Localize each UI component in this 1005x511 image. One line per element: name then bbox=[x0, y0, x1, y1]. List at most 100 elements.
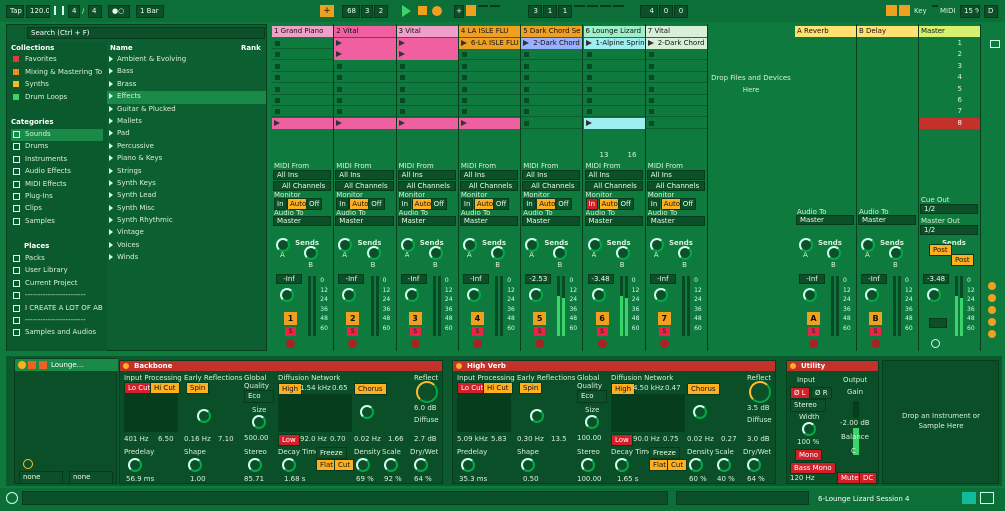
clip-slot[interactable] bbox=[458, 49, 521, 61]
lo-cut-frequency[interactable]: 401 Hz bbox=[124, 434, 149, 444]
loop-start-bar[interactable]: 3 bbox=[528, 5, 542, 18]
volume-value[interactable]: -Inf bbox=[861, 274, 887, 284]
scale-knob[interactable] bbox=[384, 458, 398, 472]
browser-folder-row[interactable]: Pad bbox=[107, 128, 266, 140]
clip-stop-icon[interactable] bbox=[461, 75, 467, 81]
clip-stop-icon[interactable] bbox=[586, 75, 592, 81]
balance-value[interactable]: C bbox=[851, 446, 856, 456]
send-b-knob[interactable] bbox=[553, 246, 568, 260]
predelay-knob[interactable] bbox=[461, 458, 475, 472]
scale-value[interactable]: 40 % bbox=[717, 474, 735, 484]
decay-time-knob[interactable] bbox=[282, 458, 296, 472]
name-column-header[interactable]: Name bbox=[110, 43, 133, 53]
highverb-power-icon[interactable] bbox=[456, 363, 462, 369]
pan-knob[interactable] bbox=[342, 288, 357, 302]
track-title[interactable]: 5 Dark Chord Se bbox=[521, 26, 583, 37]
shape-knob[interactable] bbox=[521, 458, 535, 472]
volume-value[interactable]: -Inf bbox=[276, 274, 302, 284]
clip-play-icon[interactable] bbox=[585, 40, 592, 46]
expand-arrow-icon[interactable] bbox=[109, 142, 113, 149]
clip-slot[interactable] bbox=[396, 61, 458, 72]
play-icon[interactable] bbox=[402, 5, 411, 17]
browser-folder-row[interactable]: Synth Misc bbox=[107, 203, 266, 215]
track-activator-button[interactable]: A bbox=[807, 312, 820, 325]
browser-search-input[interactable]: Search (Ctrl + F) bbox=[27, 27, 265, 39]
freeze-button[interactable]: Freeze bbox=[649, 447, 680, 459]
spin-rate[interactable]: 0.30 Hz bbox=[517, 434, 544, 444]
clip-slot[interactable] bbox=[521, 106, 583, 118]
density-value[interactable]: 69 % bbox=[356, 474, 374, 484]
track-title[interactable]: Master bbox=[919, 26, 980, 37]
audio-output-select[interactable]: Master bbox=[858, 215, 916, 225]
gain-value[interactable]: -2.00 dB bbox=[840, 418, 870, 428]
reflect-value[interactable]: 3.5 dB bbox=[747, 403, 770, 413]
high-value[interactable]: 0.65 bbox=[332, 383, 348, 393]
clip-slot[interactable] bbox=[645, 118, 708, 129]
clip-slot[interactable] bbox=[583, 72, 645, 84]
solo-button[interactable]: S bbox=[471, 327, 483, 336]
scene-launch-button[interactable]: 8 bbox=[919, 117, 980, 129]
clip-stop-icon[interactable] bbox=[399, 98, 405, 103]
clip-stop-icon[interactable] bbox=[461, 109, 467, 115]
arm-button[interactable] bbox=[809, 339, 818, 348]
pan-knob[interactable] bbox=[280, 288, 294, 302]
low-button[interactable]: Low bbox=[278, 434, 300, 446]
clip-stop-icon[interactable] bbox=[275, 63, 280, 69]
clip-slot[interactable] bbox=[458, 95, 521, 106]
clip[interactable] bbox=[396, 117, 458, 129]
clip-slot[interactable] bbox=[583, 95, 645, 106]
clip-slot[interactable] bbox=[458, 84, 521, 95]
dry-wet-knob[interactable] bbox=[414, 458, 428, 472]
position-sixteenth[interactable]: 2 bbox=[374, 5, 388, 18]
solo-button[interactable]: S bbox=[658, 327, 670, 336]
clip-slot[interactable] bbox=[396, 95, 458, 106]
track-title[interactable]: 3 Vital bbox=[396, 26, 458, 37]
io-toggle-icon[interactable] bbox=[988, 282, 996, 290]
quantize-menu[interactable]: 1 Bar bbox=[136, 5, 164, 18]
monitor-off-button[interactable]: Off bbox=[555, 198, 572, 210]
chorus-knob[interactable] bbox=[693, 405, 707, 419]
expand-arrow-icon[interactable] bbox=[109, 80, 113, 87]
clip-play-icon[interactable] bbox=[336, 51, 343, 58]
clip-slot[interactable] bbox=[396, 72, 458, 84]
track-activator-button[interactable]: 1 bbox=[284, 312, 297, 325]
expand-arrow-icon[interactable] bbox=[109, 155, 113, 162]
scale-value[interactable]: 92 % bbox=[384, 474, 402, 484]
track-title[interactable]: 2 Vital bbox=[334, 26, 396, 37]
track-activator-button[interactable]: 5 bbox=[533, 312, 547, 325]
position-bar[interactable]: 68 bbox=[342, 5, 360, 18]
browser-folder-row[interactable]: Synth Rhythmic bbox=[107, 215, 266, 227]
volume-value[interactable]: -Inf bbox=[400, 274, 427, 284]
solo-button[interactable]: S bbox=[870, 327, 881, 336]
track-activator-button[interactable]: 6 bbox=[595, 312, 609, 325]
hi-cut-value[interactable]: 5.83 bbox=[491, 434, 507, 444]
monitor-off-button[interactable]: Off bbox=[617, 198, 634, 210]
size-value[interactable]: 500.00 bbox=[244, 433, 269, 443]
volume-value[interactable]: -3.48 bbox=[923, 274, 949, 284]
predelay-knob[interactable] bbox=[128, 458, 142, 472]
density-knob[interactable] bbox=[356, 458, 370, 472]
backbone-header[interactable]: Backbone bbox=[120, 361, 442, 371]
clip-slot[interactable] bbox=[272, 84, 334, 95]
send-b-knob[interactable] bbox=[827, 246, 841, 260]
stereo-mode-select[interactable]: Stereo bbox=[790, 399, 826, 412]
cue-out-select[interactable]: 1/2 bbox=[920, 204, 978, 214]
mono-button[interactable]: Mono bbox=[795, 449, 823, 461]
clip[interactable]: 2-Dark Chord S bbox=[521, 38, 583, 49]
collection-item[interactable]: Mixing & Mastering To bbox=[11, 67, 103, 80]
collection-item[interactable]: Drum Loops bbox=[11, 92, 103, 105]
place-item[interactable]: ------------------------ bbox=[11, 315, 103, 327]
shape-knob[interactable] bbox=[188, 458, 202, 472]
low-frequency[interactable]: 92.0 Hz bbox=[300, 434, 327, 444]
clip-play-icon[interactable] bbox=[398, 119, 405, 126]
tempo-field[interactable]: 120.00 bbox=[26, 5, 50, 18]
spin-amount[interactable]: 13.5 bbox=[551, 434, 567, 444]
scene-launch-button[interactable]: 2 bbox=[919, 49, 980, 60]
sends-toggle-icon[interactable] bbox=[988, 294, 996, 302]
drop-area[interactable]: Drop Files and Devices Here bbox=[709, 24, 794, 351]
clip-stop-icon[interactable] bbox=[648, 109, 654, 115]
clip-stop-icon[interactable] bbox=[586, 52, 592, 58]
predelay-value[interactable]: 56.9 ms bbox=[126, 474, 154, 484]
midi-input-select[interactable]: All Ins bbox=[522, 170, 581, 180]
key-map-pencil-icon[interactable] bbox=[886, 5, 897, 16]
